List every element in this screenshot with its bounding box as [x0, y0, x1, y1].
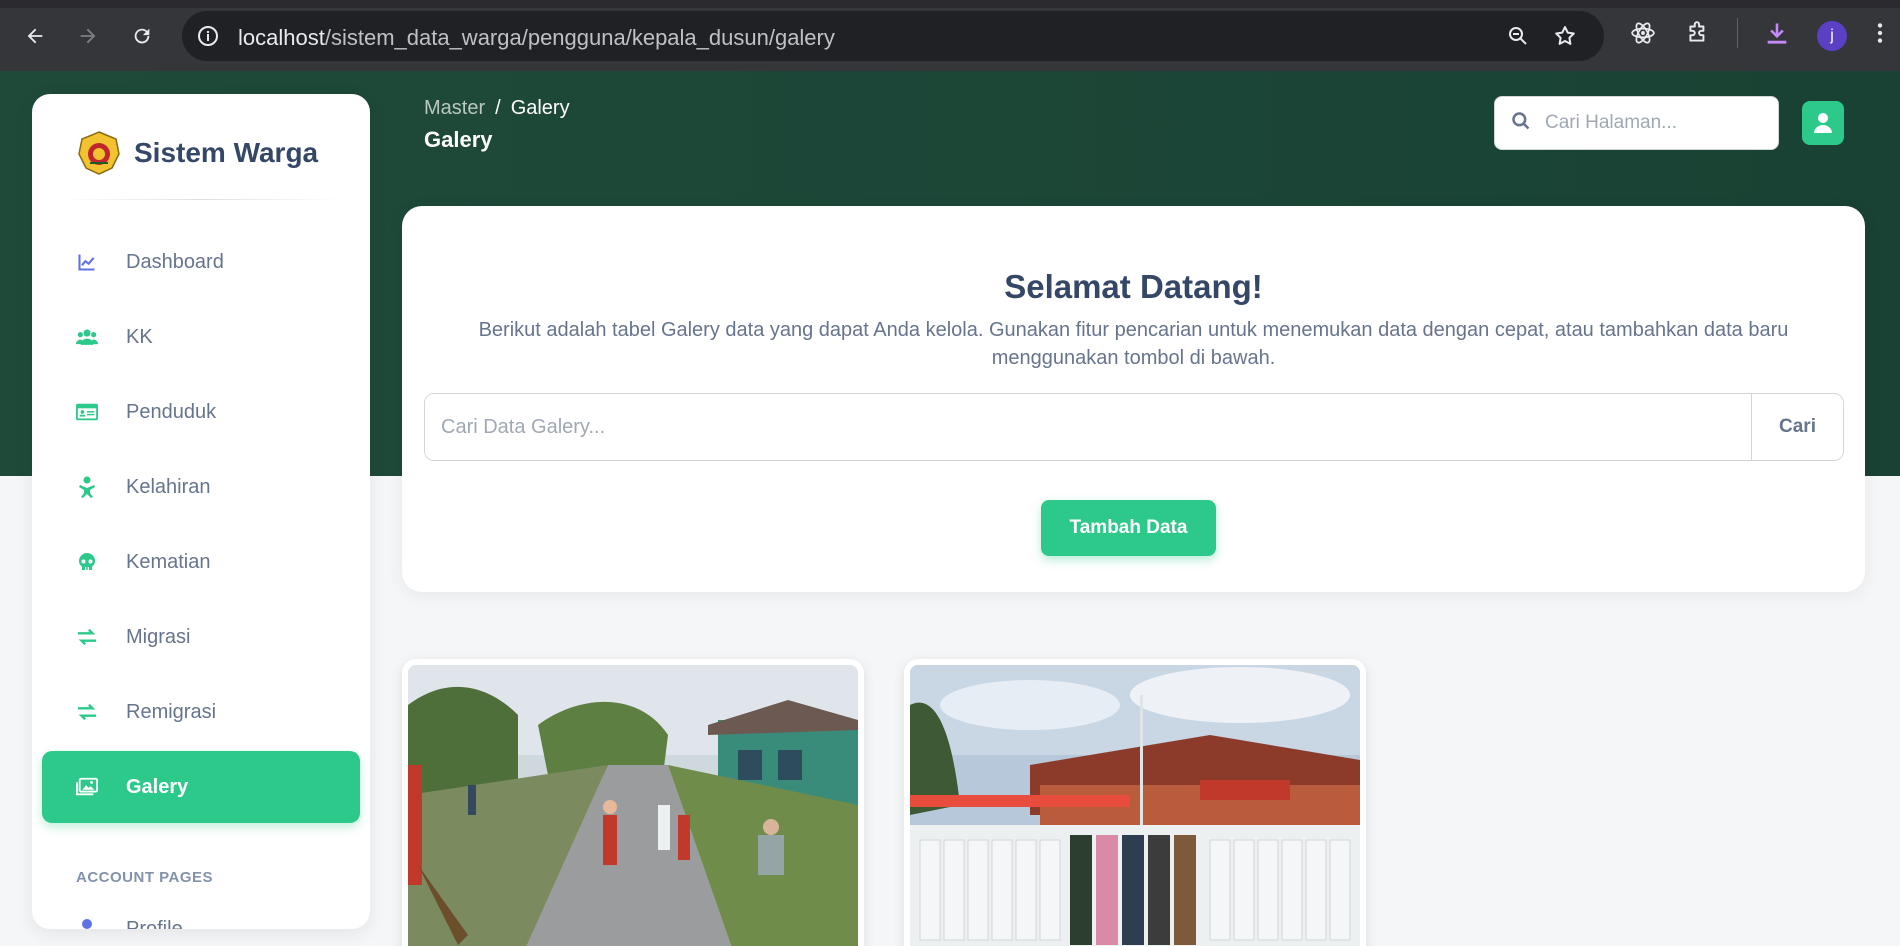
extensions-puzzle-icon[interactable] [1685, 20, 1711, 51]
gallery-card[interactable] [904, 659, 1366, 946]
sidebar-item-kelahiran[interactable]: Kelahiran [42, 451, 360, 523]
toolbar-divider [1737, 18, 1738, 48]
url-host: localhost [238, 25, 325, 50]
gallery-image[interactable] [408, 665, 858, 946]
id-card-icon [76, 401, 98, 423]
reload-icon [134, 28, 150, 44]
breadcrumb-current: Galery [510, 97, 570, 119]
breadcrumb-separator: / [495, 97, 501, 119]
url-text: localhost/sistem_data_warga/pengguna/kep… [238, 25, 835, 51]
street-cleaning-photo-image [408, 665, 858, 946]
sidebar-item-penduduk[interactable]: Penduduk [42, 376, 360, 448]
zoom-icon[interactable] [1506, 24, 1530, 53]
reload-button[interactable] [126, 20, 158, 52]
download-icon[interactable] [1763, 20, 1791, 53]
data-search-input[interactable] [425, 394, 1751, 460]
sidebar-item-label: Remigrasi [126, 700, 217, 723]
brand-name: Sistem Warga [134, 137, 319, 168]
brand[interactable]: Sistem Warga [76, 130, 318, 176]
welcome-title: Selamat Datang! [1004, 268, 1263, 305]
address-bar[interactable]: localhost/sistem_data_warga/pengguna/kep… [182, 11, 1604, 61]
browser-toolbar: localhost/sistem_data_warga/pengguna/kep… [0, 0, 1900, 71]
sidebar-item-label: Dashboard [126, 250, 224, 273]
sidebar-item-label: Migrasi [126, 625, 191, 648]
arrow-left-icon [27, 28, 43, 44]
sidebar-item-kk[interactable]: KK [42, 301, 360, 373]
user-icon [76, 918, 98, 929]
images-icon [76, 776, 98, 798]
sidebar-item-label: Penduduk [126, 400, 217, 423]
user-icon [1814, 113, 1832, 133]
search-button[interactable]: Cari [1751, 394, 1843, 460]
user-button[interactable] [1802, 101, 1844, 145]
back-button[interactable] [19, 20, 51, 52]
forward-button[interactable] [72, 20, 104, 52]
sidebar-item-dashboard[interactable]: Dashboard [42, 226, 360, 298]
tab-strip [0, 0, 1900, 8]
page-search-input[interactable] [1545, 112, 1765, 134]
page-search [1494, 96, 1779, 150]
brand-logo-icon [78, 131, 120, 175]
sidebar-item-label: Kelahiran [126, 475, 211, 498]
sidebar-item-remigrasi[interactable]: Remigrasi [42, 676, 360, 748]
page-content: Sistem Warga Dashboard KK Penduduk Kelah… [0, 71, 1900, 946]
bookmark-star-icon[interactable] [1553, 24, 1577, 53]
brand-divider [62, 199, 342, 200]
skull-icon [76, 551, 98, 573]
gallery-image[interactable] [910, 665, 1360, 946]
site-info-icon[interactable] [196, 24, 220, 53]
sidebar-menu: Dashboard KK Penduduk Kelahiran Kematian… [42, 226, 360, 826]
sidebar-item-kematian[interactable]: Kematian [42, 526, 360, 598]
react-devtools-icon[interactable] [1630, 20, 1656, 51]
sidebar-item-label: Kematian [126, 550, 211, 573]
search-icon [1511, 111, 1531, 136]
welcome-card: Selamat Datang! Berikut adalah tabel Gal… [402, 206, 1865, 592]
arrow-right-icon [80, 28, 96, 44]
exchange-icon [76, 626, 98, 648]
baby-icon [76, 476, 98, 498]
section-label-account-pages: ACCOUNT PAGES [76, 869, 214, 886]
sidebar-item-label: KK [126, 325, 153, 348]
gallery-card[interactable] [402, 659, 864, 946]
sidebar-item-label: Galery [126, 775, 189, 798]
url-path: /sistem_data_warga/pengguna/kepala_dusun… [324, 25, 835, 50]
page-title: Galery [424, 127, 493, 152]
breadcrumb: Master / Galery [424, 97, 570, 120]
welcome-description: Berikut adalah tabel Galery data yang da… [478, 319, 1789, 369]
sidebar-item-label: Profile [126, 917, 183, 930]
sidebar-item-migrasi[interactable]: Migrasi [42, 601, 360, 673]
sidebar-item-galery[interactable]: Galery [42, 751, 360, 823]
chart-line-icon [76, 251, 98, 273]
data-search: Cari [424, 393, 1844, 461]
more-menu-icon[interactable] [1875, 20, 1885, 51]
sidebar-item-profile[interactable]: Profile [42, 894, 360, 929]
sidebar: Sistem Warga Dashboard KK Penduduk Kelah… [32, 94, 370, 929]
browser-profile-avatar[interactable]: j [1817, 21, 1847, 51]
add-data-button[interactable]: Tambah Data [1041, 500, 1216, 556]
ceremony-group-photo-image [910, 665, 1360, 946]
exchange-icon [76, 701, 98, 723]
users-icon [76, 326, 98, 348]
breadcrumb-parent[interactable]: Master [424, 97, 485, 120]
